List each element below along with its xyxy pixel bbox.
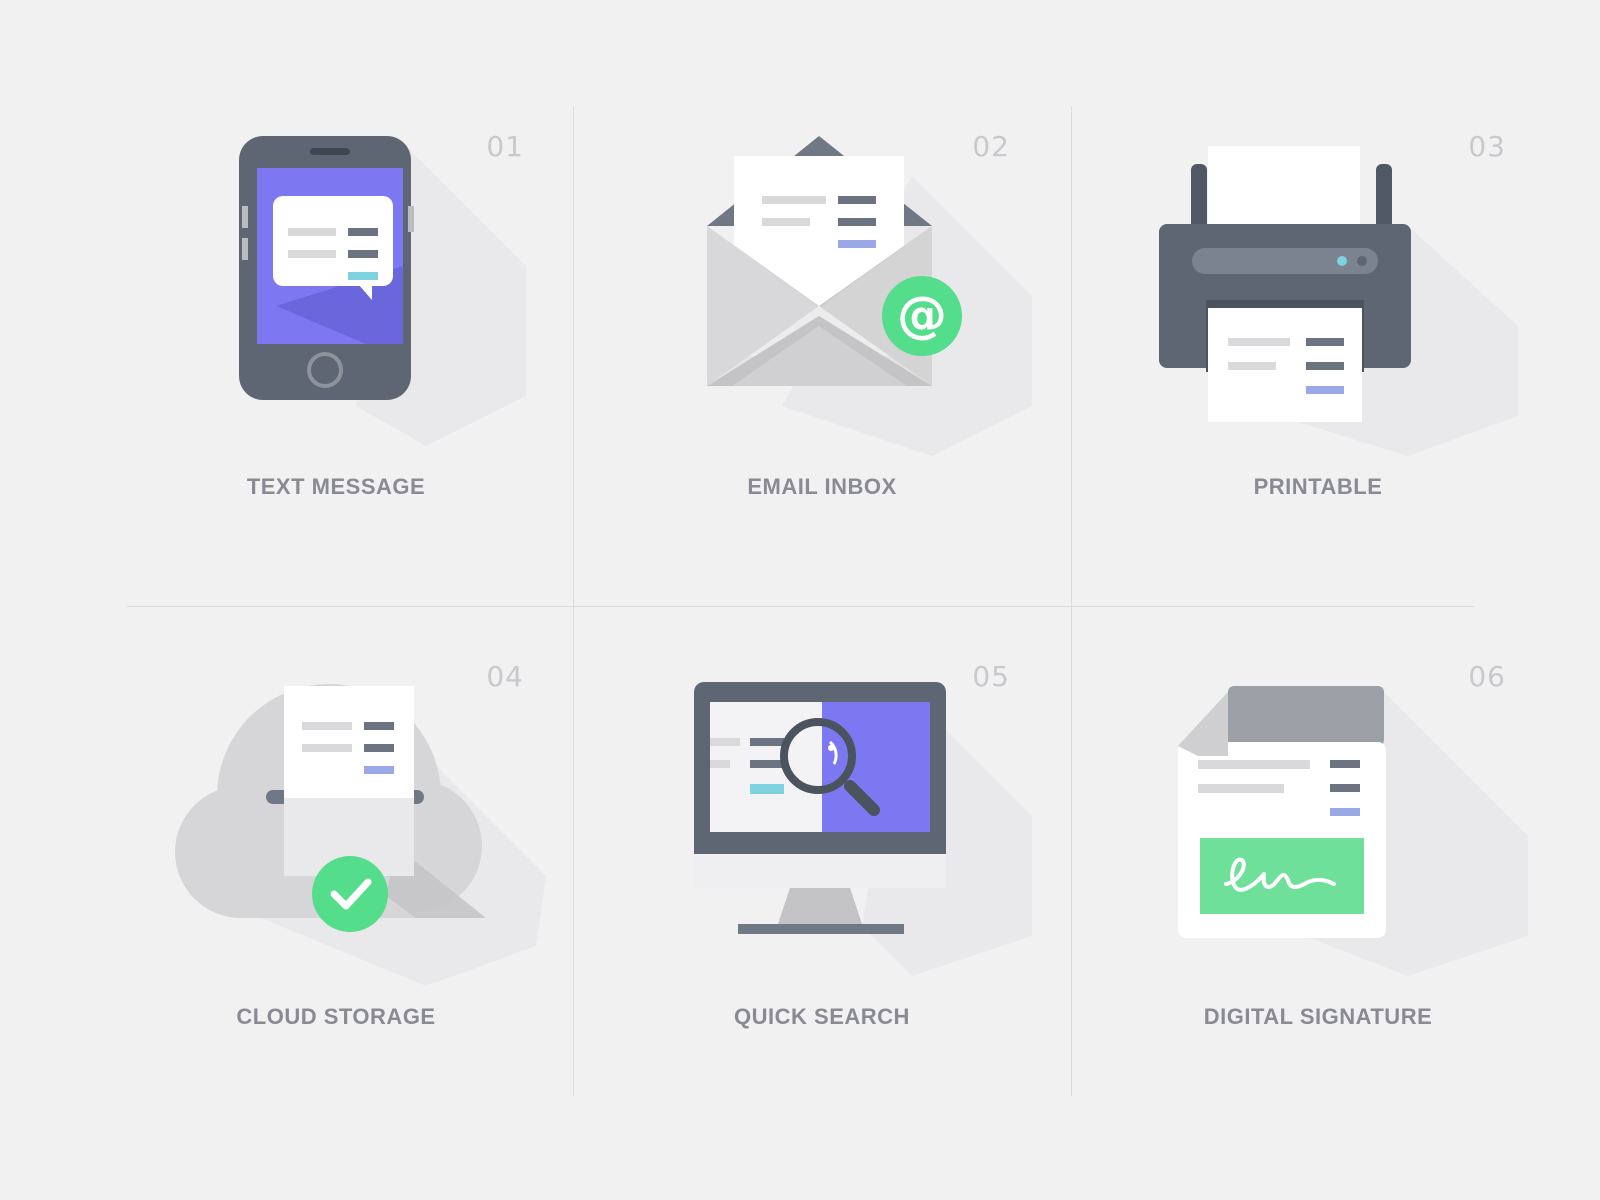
divider-vertical-right <box>1071 106 1072 1096</box>
printer-icon <box>1159 146 1518 456</box>
feature-card-cloud-storage: 04 CLOUD STORAGE <box>96 646 576 1166</box>
feature-label: QUICK SEARCH <box>734 1004 910 1029</box>
monitor-search-icon <box>694 682 1032 976</box>
feature-card-text-message: 01 TEXT MESSAGE <box>96 116 576 636</box>
feature-card-email-inbox: 02 @ EMAIL INBOX <box>582 116 1062 636</box>
signature-document-icon <box>1178 686 1528 976</box>
feature-label: PRINTABLE <box>1253 474 1383 499</box>
feature-label: DIGITAL SIGNATURE <box>1203 1004 1433 1029</box>
feature-label: EMAIL INBOX <box>747 474 897 499</box>
cloud-storage-icon <box>175 684 546 986</box>
svg-text:@: @ <box>897 286 947 344</box>
feature-card-quick-search: 05 QUICK SEARCH <box>582 646 1062 1166</box>
phone-message-icon <box>239 136 526 446</box>
feature-card-printable: 03 PRINTABLE <box>1078 116 1558 636</box>
feature-label: TEXT MESSAGE <box>246 474 426 499</box>
feature-label: CLOUD STORAGE <box>236 1004 436 1029</box>
email-envelope-icon: @ <box>707 136 1032 456</box>
feature-card-digital-signature: 06 DIGITAL SIGNATURE <box>1078 646 1558 1166</box>
